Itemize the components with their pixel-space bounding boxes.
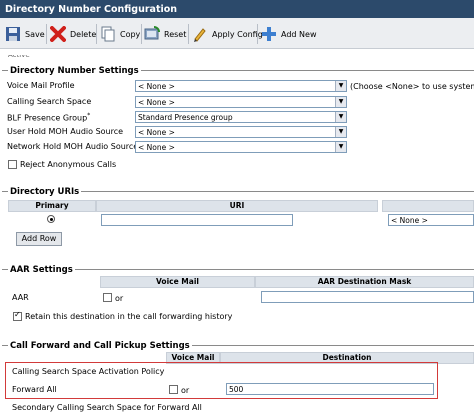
directory-uris-title: Directory URIs xyxy=(8,187,82,197)
reject-anonymous-label: Reject Anonymous Calls xyxy=(20,160,117,169)
add-icon xyxy=(262,27,276,41)
network-hold-moh-select[interactable]: < None > ▼ xyxy=(135,141,347,153)
retain-destination-label: Retain this destination in the call forw… xyxy=(25,312,233,321)
copy-icon xyxy=(101,26,115,42)
add-new-button[interactable]: Add New xyxy=(261,26,316,42)
aar-settings-title: AAR Settings xyxy=(8,265,75,275)
aar-voice-mail-header: Voice Mail xyxy=(100,276,255,288)
calling-search-space-value: < None > xyxy=(138,98,175,107)
partition-column-header xyxy=(382,200,474,212)
status-text: Active xyxy=(8,51,30,59)
delete-icon xyxy=(50,26,66,42)
delete-label: Delete xyxy=(70,29,97,39)
aar-destination-mask-input[interactable] xyxy=(261,291,474,303)
save-icon xyxy=(6,27,20,41)
toolbar-separator xyxy=(46,24,47,44)
add-new-label: Add New xyxy=(281,29,317,39)
user-hold-moh-label: User Hold MOH Audio Source xyxy=(7,127,124,136)
toolbar: Save Delete Copy Reset Apply Config Add … xyxy=(0,18,474,49)
user-hold-moh-select[interactable]: < None > ▼ xyxy=(135,126,347,138)
highlight-box xyxy=(5,362,438,399)
uri-partition-select[interactable]: < None > xyxy=(388,214,474,226)
dn-settings-title: Directory Number Settings xyxy=(8,66,141,76)
reset-button[interactable]: Reset xyxy=(144,26,186,42)
voice-mail-profile-select[interactable]: < None > ▼ xyxy=(135,80,347,92)
secondary-css-label: Secondary Calling Search Space for Forwa… xyxy=(12,403,202,412)
toolbar-separator xyxy=(257,24,258,44)
save-button[interactable]: Save xyxy=(5,26,45,42)
reset-icon xyxy=(144,26,160,40)
chevron-down-icon: ▼ xyxy=(335,81,346,91)
primary-radio[interactable] xyxy=(47,215,55,223)
add-row-button[interactable]: Add Row xyxy=(16,232,62,246)
uri-column-header: URI xyxy=(96,200,378,212)
required-mark: * xyxy=(87,112,91,119)
chevron-down-icon: ▼ xyxy=(335,97,346,107)
toolbar-separator xyxy=(96,24,97,44)
voice-mail-profile-value: < None > xyxy=(138,82,175,91)
calling-search-space-label: Calling Search Space xyxy=(7,97,92,106)
calling-search-space-select[interactable]: < None > ▼ xyxy=(135,96,347,108)
toolbar-separator xyxy=(188,24,189,44)
aar-destination-mask-header: AAR Destination Mask xyxy=(255,276,474,288)
user-hold-moh-value: < None > xyxy=(138,128,175,137)
retain-destination-checkbox[interactable] xyxy=(13,310,22,321)
chevron-down-icon: ▼ xyxy=(335,142,346,152)
copy-label: Copy xyxy=(120,29,141,39)
toolbar-separator xyxy=(141,24,142,44)
uri-partition-value: < None > xyxy=(391,216,428,225)
delete-button[interactable]: Delete xyxy=(50,26,96,42)
voice-mail-profile-hint: (Choose <None> to use system xyxy=(350,82,474,91)
copy-button[interactable]: Copy xyxy=(100,26,140,42)
radio-dot xyxy=(49,217,53,221)
reset-label: Reset xyxy=(164,29,187,39)
voice-mail-profile-label: Voice Mail Profile xyxy=(7,81,75,90)
blf-presence-group-text: BLF Presence Group xyxy=(7,113,88,123)
aar-row-label: AAR xyxy=(12,293,29,302)
apply-config-button[interactable]: Apply Config xyxy=(192,26,263,42)
pencil-icon xyxy=(194,28,206,42)
blf-presence-group-label: BLF Presence Group* xyxy=(7,112,90,123)
aar-voice-mail-checkbox[interactable] xyxy=(103,293,112,302)
network-hold-moh-value: < None > xyxy=(138,143,175,152)
uri-input[interactable] xyxy=(101,214,293,226)
network-hold-moh-label: Network Hold MOH Audio Source xyxy=(7,142,139,151)
blf-presence-group-value: Standard Presence group xyxy=(138,113,233,122)
call-forward-title: Call Forward and Call Pickup Settings xyxy=(8,341,192,351)
chevron-down-icon: ▼ xyxy=(335,112,346,122)
apply-config-label: Apply Config xyxy=(212,29,263,39)
primary-column-header: Primary xyxy=(8,200,96,212)
reject-anonymous-checkbox[interactable] xyxy=(8,160,17,169)
window-title: Directory Number Configuration xyxy=(0,0,474,18)
aar-or-label: or xyxy=(115,294,124,303)
blf-presence-group-select[interactable]: Standard Presence group ▼ xyxy=(135,111,347,123)
save-label: Save xyxy=(25,29,45,39)
chevron-down-icon: ▼ xyxy=(335,127,346,137)
